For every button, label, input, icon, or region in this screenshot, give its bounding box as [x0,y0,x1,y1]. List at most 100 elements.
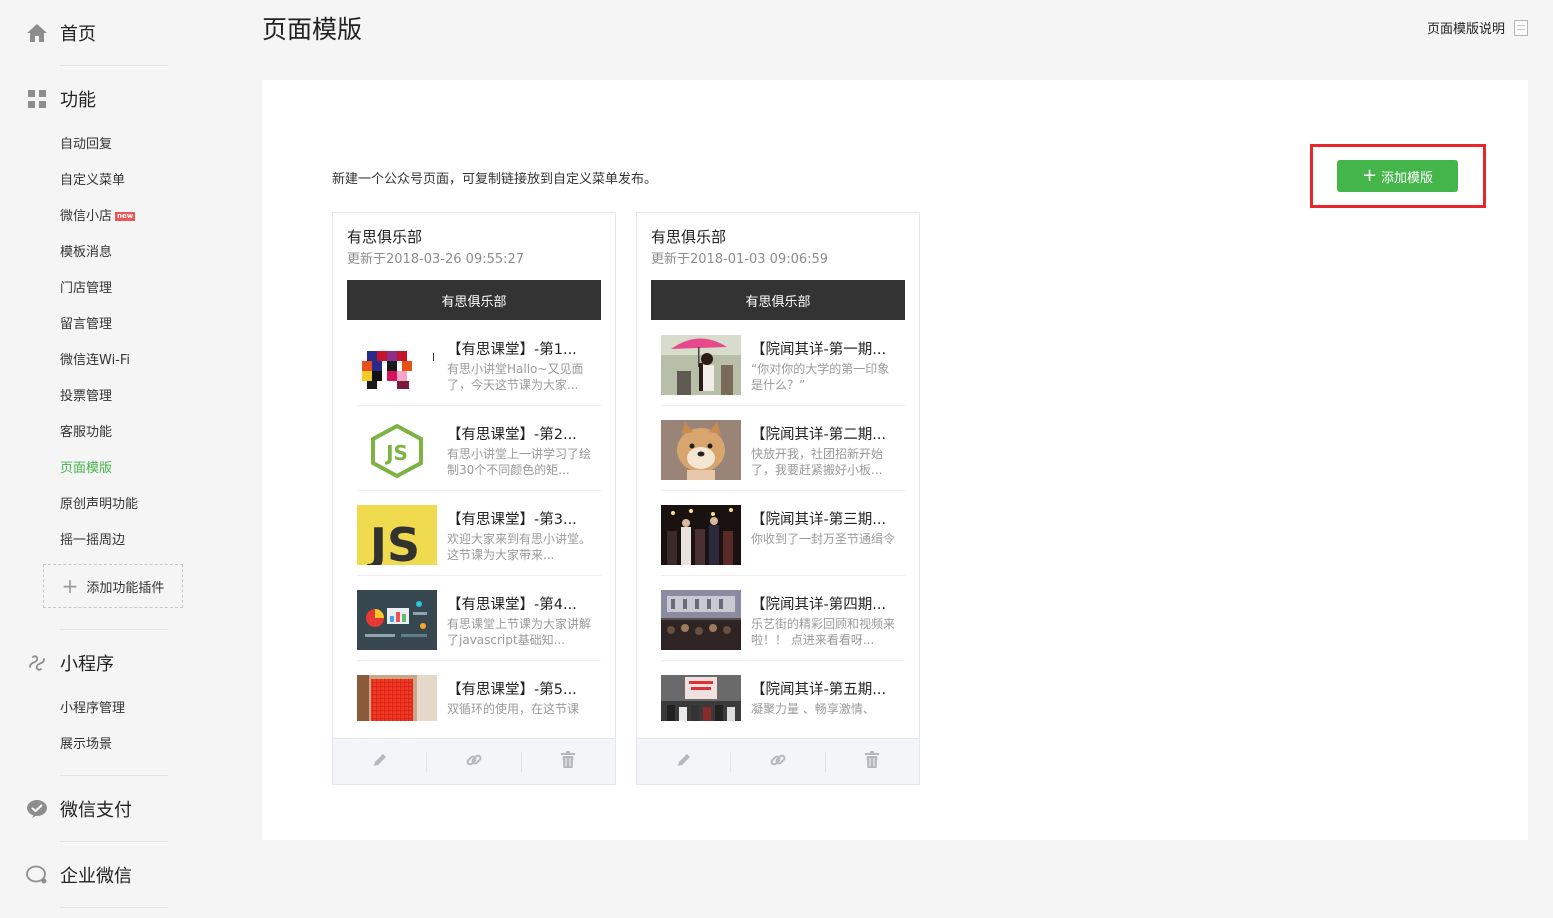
list-item[interactable]: 【院闻其详-第五期... 凝聚力量 、畅享激情、 [661,661,905,721]
sidebar-item-customer-service[interactable]: 客服功能 [60,421,112,440]
delete-button[interactable] [824,750,919,772]
article-description: “你对你的大学的第一印象是什么？” [751,362,890,392]
shiba-dog-photo [661,420,741,480]
sidebar-item-miniprogram-management[interactable]: 小程序管理 [60,697,125,716]
article-description: 双循环的使用，在这节课 [447,702,580,716]
sidebar-item-wechat-store[interactable]: 微信小店 new [60,205,136,224]
svg-text:JS: JS [367,518,420,565]
divider [60,775,168,776]
list-item[interactable]: 【有思课堂】-第5... 双循环的使用，在这节课 [357,661,601,721]
add-plugin-button[interactable]: + 添加功能插件 [43,564,183,608]
nav-wework-label: 企业微信 [60,866,132,887]
sidebar-item-template-message[interactable]: 模板消息 [60,241,112,260]
sidebar-item-label: 微信小店 [60,209,113,224]
sidebar-item-custom-menu[interactable]: 自定义菜单 [60,169,125,188]
wework-icon [26,864,48,886]
add-plugin-label: 添加功能插件 [86,580,165,596]
main-panel: 新建一个公众号页面，可复制链接放到自定义菜单发布。 + 添加模版 有思俱乐部 更… [262,80,1528,840]
article-description: 你收到了一封万圣节通缉令 [751,532,896,546]
sidebar-item-original-declaration[interactable]: 原创声明功能 [60,493,138,512]
red-grid-thumbnail [357,675,437,721]
nav-home-label: 首页 [60,24,96,45]
nav-wework[interactable]: 企业微信 [26,860,132,890]
sidebar-item-store-management[interactable]: 门店管理 [60,277,112,296]
nav-home[interactable]: 首页 [26,18,96,48]
article-title: 【院闻其详-第四期... [751,597,887,613]
list-item[interactable]: 【院闻其详-第一期... “你对你的大学的第一印象是什么？” [661,321,905,406]
intro-text: 新建一个公众号页面，可复制链接放到自定义菜单发布。 [332,172,658,187]
svg-text:JS: JS [384,441,408,465]
sidebar-item-display-scenes[interactable]: 展示场景 [60,733,112,752]
delete-button[interactable] [520,750,615,773]
plus-icon: + [1361,165,1378,186]
article-title: 【院闻其详-第一期... [751,342,887,358]
card-updated-time: 更新于2018-01-03 09:06:59 [651,252,829,267]
article-description: 有思小讲堂上一讲学习了绘制30个不同颜色的矩... [447,447,592,477]
help-link[interactable]: 页面模版说明 [1427,18,1528,37]
pixel-blocks-thumbnail [357,335,437,395]
sidebar-item-auto-reply[interactable]: 自动回复 [60,133,112,152]
edit-button[interactable] [333,752,426,772]
link-icon [465,751,483,773]
article-description: 欢迎大家来到有思小讲堂。这节课为大家带来... [447,532,592,562]
divider [60,841,168,842]
divider [60,65,168,66]
article-description: 有思小讲堂Hallo~又见面了，今天这节课为大家... [447,362,584,392]
sidebar-item-comments[interactable]: 留言管理 [60,313,112,332]
copy-link-button[interactable] [730,751,824,773]
sidebar-item-voting[interactable]: 投票管理 [60,385,112,404]
nav-functions[interactable]: 功能 [26,84,96,114]
trash-icon [560,750,576,773]
copy-link-button[interactable] [426,751,520,773]
group-banner-photo [661,675,741,721]
article-title: 【有思课堂】-第4... [447,597,577,613]
add-template-button[interactable]: + 添加模版 [1337,160,1458,192]
nav-functions-label: 功能 [60,90,96,111]
pencil-icon [675,751,693,773]
sidebar-item-page-templates[interactable]: 页面模版 [60,457,112,476]
article-description: 有思课堂上节课为大家讲解了javascript基础知... [447,617,592,647]
js-logo-thumbnail: JS [357,505,437,565]
nav-wechat-pay-label: 微信支付 [60,800,132,821]
card-header-bar: 有思俱乐部 [347,280,601,320]
list-item[interactable]: JS 【有思课堂】-第2... 有思小讲堂上一讲学习了绘制30个不同颜色的矩..… [357,406,601,491]
wechat-pay-icon [26,798,48,820]
card-updated-time: 更新于2018-03-26 09:55:27 [347,252,525,267]
article-description: 凝聚力量 、畅享激情、 [751,702,875,716]
divider [60,907,168,908]
article-description: 乐艺街的精彩回顾和视频来啦！！ 点进来看看呀... [751,617,896,647]
charts-thumbnail [357,590,437,650]
template-card[interactable]: 有思俱乐部 更新于2018-03-26 09:55:27 有思俱乐部 【有思课堂… [332,212,616,785]
link-icon [769,751,787,773]
article-description: 快放开我，社团招新开始了，我要赶紧搬好小板... [751,447,884,477]
pencil-icon [371,751,389,773]
home-icon [26,22,48,44]
nav-miniprogram-label: 小程序 [60,654,114,675]
card-title: 有思俱乐部 [651,228,727,246]
edit-button[interactable] [637,752,730,772]
grid-icon [26,88,48,110]
article-title: 【院闻其详-第二期... [751,427,887,443]
nav-wechat-pay[interactable]: 微信支付 [26,794,132,824]
add-template-label: 添加模版 [1381,170,1434,186]
stage-crowd-photo [661,590,741,650]
card-actions [637,738,919,784]
sidebar-item-shake[interactable]: 摇一摇周边 [60,529,125,548]
article-list: 【院闻其详-第一期... “你对你的大学的第一印象是什么？” 【院闻其详-第二期… [661,321,905,721]
list-item[interactable]: 【院闻其详-第三期... 你收到了一封万圣节通缉令 [661,491,905,576]
new-badge: new [115,212,136,221]
document-icon [1514,19,1528,36]
sidebar: 首页 功能 自动回复 自定义菜单 微信小店 new 模板消息 门店管理 留言管理 … [0,0,200,918]
list-item[interactable]: 【院闻其详-第二期... 快放开我，社团招新开始了，我要赶紧搬好小板... [661,406,905,491]
card-actions [333,738,615,784]
list-item[interactable]: 【有思课堂】-第4... 有思课堂上节课为大家讲解了javascript基础知.… [357,576,601,661]
template-card[interactable]: 有思俱乐部 更新于2018-01-03 09:06:59 有思俱乐部 【院闻其详… [636,212,920,785]
nodejs-logo-thumbnail: JS [357,420,437,480]
page-title: 页面模版 [262,15,363,44]
list-item[interactable]: 【有思课堂】-第1... 有思小讲堂Hallo~又见面了，今天这节课为大家... [357,321,601,406]
list-item[interactable]: JS 【有思课堂】-第3... 欢迎大家来到有思小讲堂。这节课为大家带来... [357,491,601,576]
card-title: 有思俱乐部 [347,228,423,246]
list-item[interactable]: 【院闻其详-第四期... 乐艺街的精彩回顾和视频来啦！！ 点进来看看呀... [661,576,905,661]
sidebar-item-wifi[interactable]: 微信连Wi-Fi [60,349,130,368]
nav-miniprogram[interactable]: 小程序 [26,648,114,678]
